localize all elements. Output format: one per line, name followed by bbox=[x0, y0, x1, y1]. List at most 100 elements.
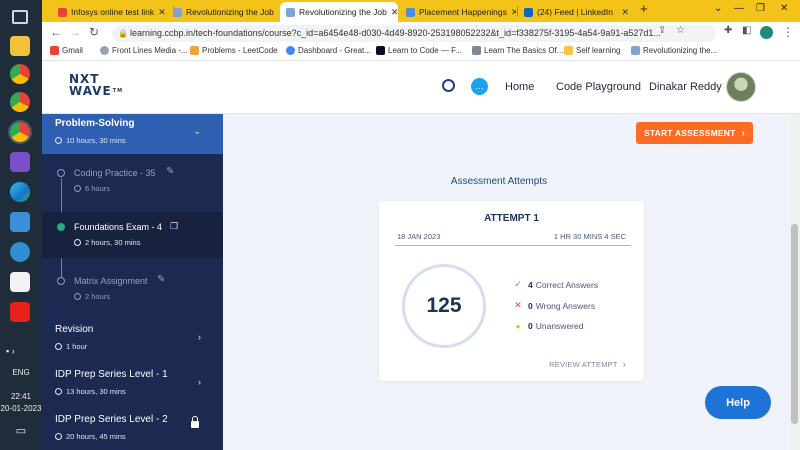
notification-icon[interactable]: ▭ bbox=[0, 424, 42, 437]
sidebar-section-idp-level-1[interactable]: IDP Prep Series Level - 1 13 hours, 30 m… bbox=[42, 359, 223, 403]
close-icon[interactable]: ✕ bbox=[274, 7, 279, 18]
browser-tab[interactable]: Revolutionizing the Job ✕ bbox=[167, 2, 279, 22]
google-icon bbox=[286, 46, 295, 55]
user-name[interactable]: Dinakar Reddy bbox=[649, 81, 722, 93]
notepad-icon[interactable] bbox=[10, 212, 30, 232]
attempt-card: ATTEMPT 1 18 JAN 2023 1 HR 30 MINS 4 SEC… bbox=[379, 201, 644, 381]
item-title: Foundations Exam - 4 bbox=[74, 222, 163, 232]
lock-icon[interactable]: 🔒 bbox=[118, 25, 128, 42]
bookmark-item[interactable]: Gmail bbox=[50, 46, 83, 55]
language-indicator[interactable]: ENG bbox=[0, 368, 42, 377]
assessment-attempts-title: Assessment Attempts bbox=[450, 176, 548, 187]
main-content: START ASSESSMENT › Assessment Attempts A… bbox=[223, 114, 789, 450]
forward-icon[interactable]: → bbox=[69, 25, 81, 39]
chrome-icon[interactable] bbox=[10, 122, 30, 142]
profile-icon[interactable] bbox=[760, 26, 773, 39]
close-icon[interactable]: ✕ bbox=[507, 7, 516, 18]
edge-icon[interactable] bbox=[10, 182, 30, 202]
unanswered-stat: ● 0 Unanswered bbox=[512, 321, 584, 331]
minimize-icon[interactable]: — bbox=[734, 3, 744, 14]
scrollbar-thumb[interactable] bbox=[791, 224, 798, 424]
help-button[interactable]: Help bbox=[705, 386, 771, 419]
chevron-right-icon: › bbox=[622, 359, 626, 369]
site-header: NXT WAVETM … Home Code Playground Dinaka… bbox=[42, 61, 800, 114]
ccbp-icon bbox=[631, 46, 640, 55]
clock-time[interactable]: 22:41 bbox=[0, 392, 42, 401]
gmail-icon bbox=[58, 7, 67, 17]
clock-date[interactable]: 20-01-2023 bbox=[0, 404, 42, 413]
browser-tab[interactable]: Placement Happenings ✕ bbox=[400, 2, 516, 22]
bookmark-item[interactable]: Problems - LeetCode bbox=[190, 46, 278, 55]
section-title: Problem-Solving bbox=[55, 118, 135, 129]
clock-icon bbox=[55, 343, 62, 350]
close-icon[interactable]: ✕ bbox=[154, 7, 166, 18]
chevron-down-icon[interactable]: ⌄ bbox=[193, 126, 201, 137]
chrome-icon[interactable] bbox=[10, 64, 30, 84]
menu-icon[interactable]: ⋮ bbox=[782, 25, 794, 39]
restore-icon[interactable]: ❐ bbox=[756, 3, 765, 14]
visual-studio-icon[interactable] bbox=[10, 152, 30, 172]
new-tab-icon[interactable]: + bbox=[640, 1, 648, 16]
section-duration: 13 hours, 30 mins bbox=[55, 387, 126, 396]
bookmarks-bar: Gmail Front Lines Media -... Problems - … bbox=[42, 44, 800, 61]
timer-icon[interactable] bbox=[442, 79, 455, 92]
sidepanel-icon[interactable]: ◧ bbox=[742, 25, 751, 36]
bookmark-star-icon[interactable]: ☆ bbox=[676, 25, 685, 36]
browser-tab[interactable]: (24) Feed | LinkedIn ✕ bbox=[518, 2, 635, 22]
browser-tab[interactable]: Infosys online test link ✕ bbox=[52, 2, 170, 22]
section-duration: 20 hours, 45 mins bbox=[55, 432, 126, 441]
attempt-date: 18 JAN 2023 bbox=[397, 232, 441, 241]
chevron-right-icon[interactable]: › bbox=[198, 332, 201, 342]
back-icon[interactable]: ← bbox=[50, 25, 62, 39]
close-icon[interactable]: ✕ bbox=[387, 7, 398, 18]
sidebar-section-problem-solving[interactable]: Problem-Solving 10 hours, 30 mins ⌄ bbox=[42, 114, 223, 154]
url-field[interactable]: 🔒 learning.ccbp.in/tech-foundations/cour… bbox=[112, 25, 716, 42]
reload-icon[interactable]: ↻ bbox=[89, 25, 99, 39]
bookmark-item[interactable]: Self learning bbox=[564, 46, 620, 55]
item-duration: 2 hours bbox=[74, 292, 110, 301]
start-assessment-button[interactable]: START ASSESSMENT › bbox=[636, 122, 753, 144]
chevron-right-icon: › bbox=[741, 127, 746, 139]
app-icon[interactable] bbox=[10, 272, 30, 292]
item-duration: 6 hours bbox=[74, 184, 110, 193]
bookmark-item[interactable]: Revolutionizing the... bbox=[631, 46, 717, 55]
windows-taskbar: ▪ › ENG 22:41 20-01-2023 ▭ bbox=[0, 0, 42, 450]
sidebar-item-matrix-assignment[interactable]: Matrix Assignment ✎ 2 hours bbox=[42, 258, 223, 310]
lock-icon bbox=[191, 416, 199, 428]
chrome-icon[interactable] bbox=[10, 92, 30, 112]
bookmark-item[interactable]: Dashboard - Great... bbox=[286, 46, 371, 55]
nav-home[interactable]: Home bbox=[505, 81, 534, 93]
course-sidebar: Problem-Solving 10 hours, 30 mins ⌄ Codi… bbox=[42, 114, 223, 450]
browser-tab-active[interactable]: Revolutionizing the Job ✕ bbox=[280, 2, 398, 22]
review-attempt-link[interactable]: REVIEW ATTEMPT › bbox=[549, 359, 626, 369]
nav-code-playground[interactable]: Code Playground bbox=[556, 81, 641, 93]
bookmark-item[interactable]: Learn to Code — F... bbox=[376, 46, 462, 55]
dot-icon: ● bbox=[515, 321, 521, 331]
avatar[interactable] bbox=[726, 72, 756, 102]
page-scrollbar[interactable] bbox=[789, 114, 800, 450]
bookmark-item[interactable]: Front Lines Media -... bbox=[100, 46, 188, 55]
edit-icon[interactable]: ✎ bbox=[157, 274, 165, 285]
sidebar-section-idp-level-2[interactable]: IDP Prep Series Level - 2 20 hours, 45 m… bbox=[42, 404, 223, 450]
close-icon[interactable]: ✕ bbox=[617, 7, 629, 18]
sidebar-item-foundations-exam[interactable]: Foundations Exam - 4 ❐ 2 hours, 30 mins bbox=[42, 212, 223, 258]
close-window-icon[interactable]: ✕ bbox=[780, 3, 788, 14]
chevron-right-icon[interactable]: › bbox=[198, 377, 201, 387]
leetcode-icon bbox=[190, 46, 199, 55]
file-explorer-icon[interactable] bbox=[10, 36, 30, 56]
tab-search-icon[interactable]: ⌄ bbox=[714, 3, 722, 14]
extensions-icon[interactable]: ✚ bbox=[724, 25, 732, 36]
task-view-icon[interactable] bbox=[12, 10, 28, 24]
youtube-icon[interactable] bbox=[10, 302, 30, 322]
share-icon[interactable]: ⇪ bbox=[658, 25, 666, 36]
nxtwave-logo[interactable]: NXT WAVETM bbox=[69, 73, 123, 97]
clipboard-icon[interactable]: ❐ bbox=[170, 221, 178, 232]
network-app-icon[interactable] bbox=[10, 242, 30, 262]
sidebar-section-revision[interactable]: Revision 1 hour › bbox=[42, 314, 223, 358]
wrong-answers-stat: ✕ 0 Wrong Answers bbox=[512, 300, 595, 311]
clock-icon bbox=[55, 388, 62, 395]
edit-icon[interactable]: ✎ bbox=[166, 166, 174, 177]
bookmark-item[interactable]: Learn The Basics Of... bbox=[472, 46, 563, 55]
sidebar-item-coding-practice[interactable]: Coding Practice - 35 ✎ 6 hours bbox=[42, 154, 223, 212]
chat-icon[interactable]: … bbox=[471, 78, 488, 95]
